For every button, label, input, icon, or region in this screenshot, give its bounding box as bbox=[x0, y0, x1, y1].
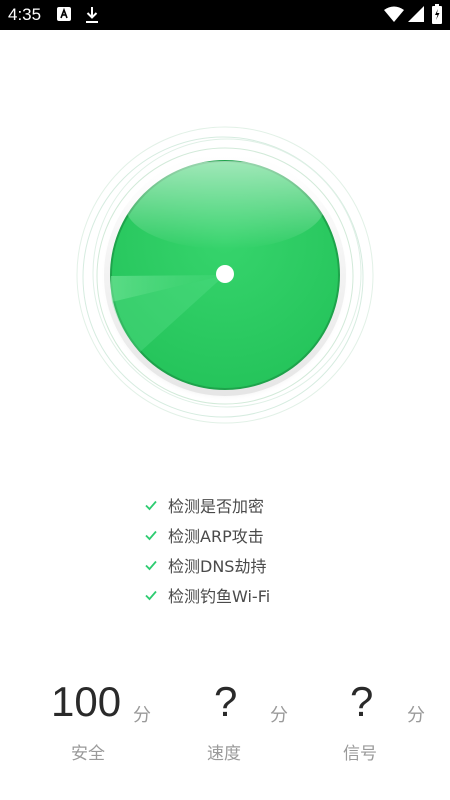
score-unit: 分 bbox=[270, 705, 288, 726]
check-item-label: 检测是否加密 bbox=[168, 497, 265, 516]
score-speed: ? 分 速度 bbox=[162, 670, 312, 780]
score-value: ? bbox=[214, 678, 238, 725]
check-item-label: 检测钓鱼Wi-Fi bbox=[168, 587, 271, 606]
check-icon bbox=[144, 587, 168, 603]
score-label: 安全 bbox=[71, 744, 105, 764]
disc-gloss bbox=[125, 161, 325, 249]
center-dot bbox=[216, 265, 234, 283]
score-unit: 分 bbox=[133, 705, 151, 726]
check-icon bbox=[144, 527, 168, 543]
score-value: ? bbox=[350, 678, 374, 725]
score-unit: 分 bbox=[407, 705, 425, 726]
score-label: 信号 bbox=[343, 744, 377, 764]
check-item-arp: 检测ARP攻击 bbox=[144, 520, 404, 550]
check-item-encryption: 检测是否加密 bbox=[144, 490, 404, 520]
check-icon bbox=[144, 497, 168, 513]
check-item-dns: 检测DNS劫持 bbox=[144, 550, 404, 580]
check-icon bbox=[144, 557, 168, 573]
score-label: 速度 bbox=[207, 744, 241, 764]
score-security: 100 分 安全 bbox=[25, 670, 175, 780]
check-item-label: 检测ARP攻击 bbox=[168, 527, 264, 546]
detection-checklist: 检测是否加密 检测ARP攻击 检测DNS劫持 检测钓鱼Wi-Fi bbox=[144, 490, 404, 610]
scanner-graphic bbox=[76, 126, 374, 424]
check-item-phishing: 检测钓鱼Wi-Fi bbox=[144, 580, 404, 610]
score-value: 100 bbox=[51, 678, 122, 725]
check-item-label: 检测DNS劫持 bbox=[168, 557, 267, 576]
score-signal: ? 分 信号 bbox=[298, 670, 448, 780]
